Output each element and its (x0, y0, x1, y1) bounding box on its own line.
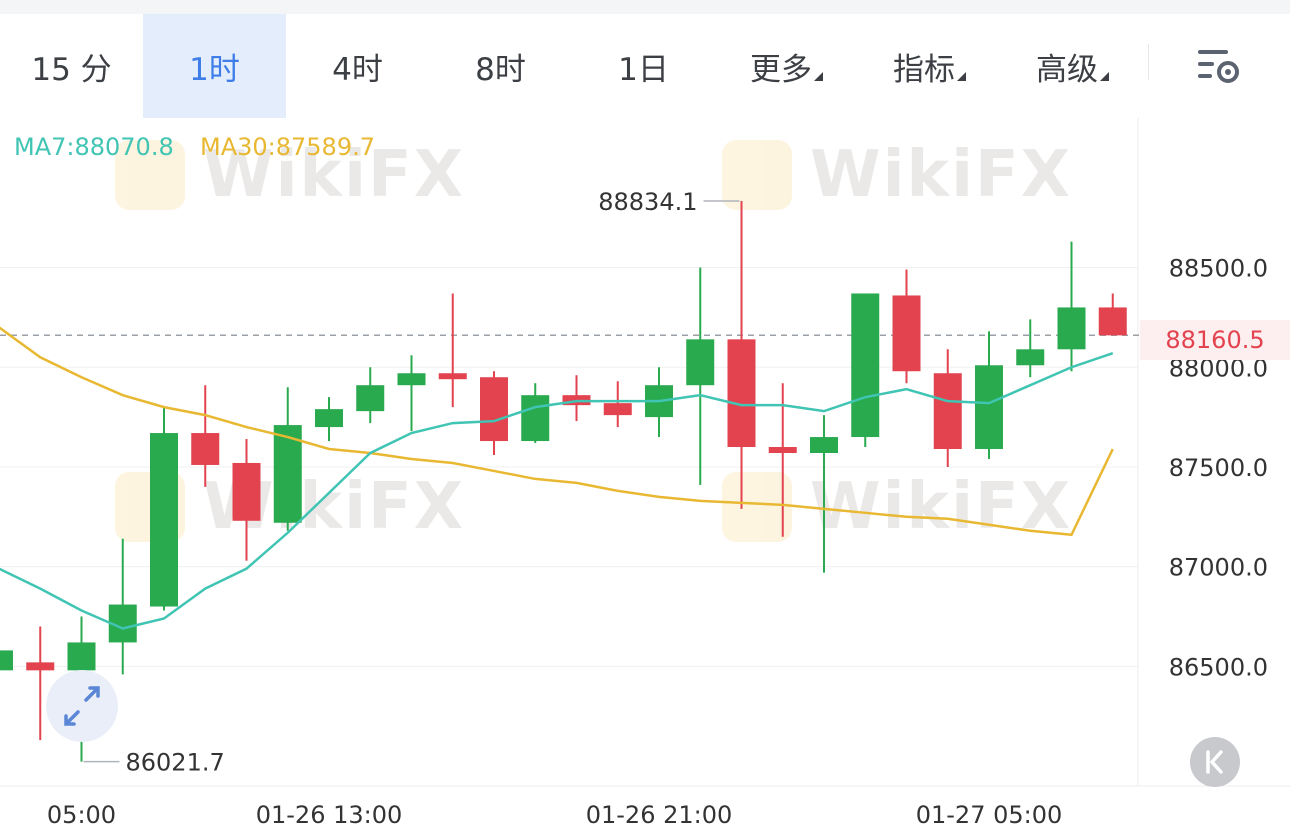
x-tick-label: 01-26 13:00 (256, 801, 403, 829)
high-price-label: 88834.1 (598, 188, 697, 216)
y-tick-label: 86500.0 (1169, 653, 1268, 681)
tab-15m[interactable]: 15 分 (0, 14, 143, 118)
tab-label: 高级 (1036, 51, 1098, 88)
tab-advanced[interactable]: 高级 (1001, 14, 1144, 118)
candle-body (0, 650, 13, 671)
tab-label: 指标 (893, 51, 955, 88)
x-tick-label: 01-26 21:00 (586, 801, 733, 829)
candle-body (397, 373, 426, 386)
tab-label: 8时 (475, 51, 526, 88)
candle-body (768, 447, 797, 453)
dropdown-triangle-icon (1100, 71, 1109, 81)
candle-body (1098, 307, 1127, 336)
candle-body (603, 403, 632, 416)
tab-label: 1日 (618, 51, 669, 88)
candle-body (521, 395, 550, 442)
current-price-tag: 88160.5 (1140, 320, 1290, 360)
tab-label: 1时 (189, 51, 240, 88)
tab-label: 15 分 (31, 51, 112, 88)
tab-label: 4时 (332, 51, 383, 88)
candle-body (892, 295, 921, 372)
y-tick-label: 87500.0 (1169, 454, 1268, 482)
x-tick-label: 05:00 (47, 801, 116, 829)
candle-body (438, 373, 467, 380)
candle-body (975, 365, 1003, 450)
ma30-legend: MA30:87589.7 (200, 133, 375, 161)
candle-body (315, 409, 343, 428)
candle-body (1016, 349, 1045, 366)
candle-body (1057, 307, 1086, 350)
y-tick-label: 87000.0 (1169, 554, 1268, 582)
candlestick-chart[interactable]: 88500.088000.087500.087000.086500.005:00… (0, 118, 1290, 839)
collapse-arrow-icon (1206, 750, 1223, 774)
candle-body (232, 462, 261, 521)
x-tick-label: 01-27 05:00 (916, 801, 1063, 829)
candle-body (933, 373, 962, 450)
candle-body (810, 437, 838, 453)
tab-divider (1148, 44, 1149, 80)
tab-label: 更多 (750, 51, 812, 88)
tab-8h[interactable]: 8时 (429, 14, 572, 118)
candle-body (480, 377, 508, 442)
timeframe-tabs: 15 分 1时 4时 8时 1日 更多 指标 高级 (0, 14, 1290, 118)
candle-body (851, 293, 880, 438)
dropdown-triangle-icon (814, 71, 823, 81)
tab-indicators[interactable]: 指标 (858, 14, 1001, 118)
top-strip (0, 0, 1290, 14)
candle-body (727, 339, 756, 448)
expand-arrows-icon (64, 686, 100, 726)
candle-body (686, 339, 715, 386)
ma7-legend: MA7:88070.8 (14, 133, 174, 161)
collapse-button[interactable] (1190, 737, 1240, 787)
candle-body (356, 385, 385, 412)
chart-settings-button[interactable] (1190, 42, 1246, 92)
low-price-label: 86021.7 (126, 749, 225, 777)
candle-body (67, 642, 96, 671)
tab-4h[interactable]: 4时 (286, 14, 429, 118)
tab-more[interactable]: 更多 (715, 14, 858, 118)
y-tick-label: 88500.0 (1169, 255, 1268, 283)
chart-settings-icon (1198, 50, 1239, 83)
dropdown-triangle-icon (957, 71, 966, 81)
candle-body (150, 433, 178, 607)
tab-1d[interactable]: 1日 (572, 14, 715, 118)
tab-1h[interactable]: 1时 (143, 14, 286, 118)
candle-body (191, 433, 220, 465)
expand-chart-button[interactable] (46, 670, 118, 742)
